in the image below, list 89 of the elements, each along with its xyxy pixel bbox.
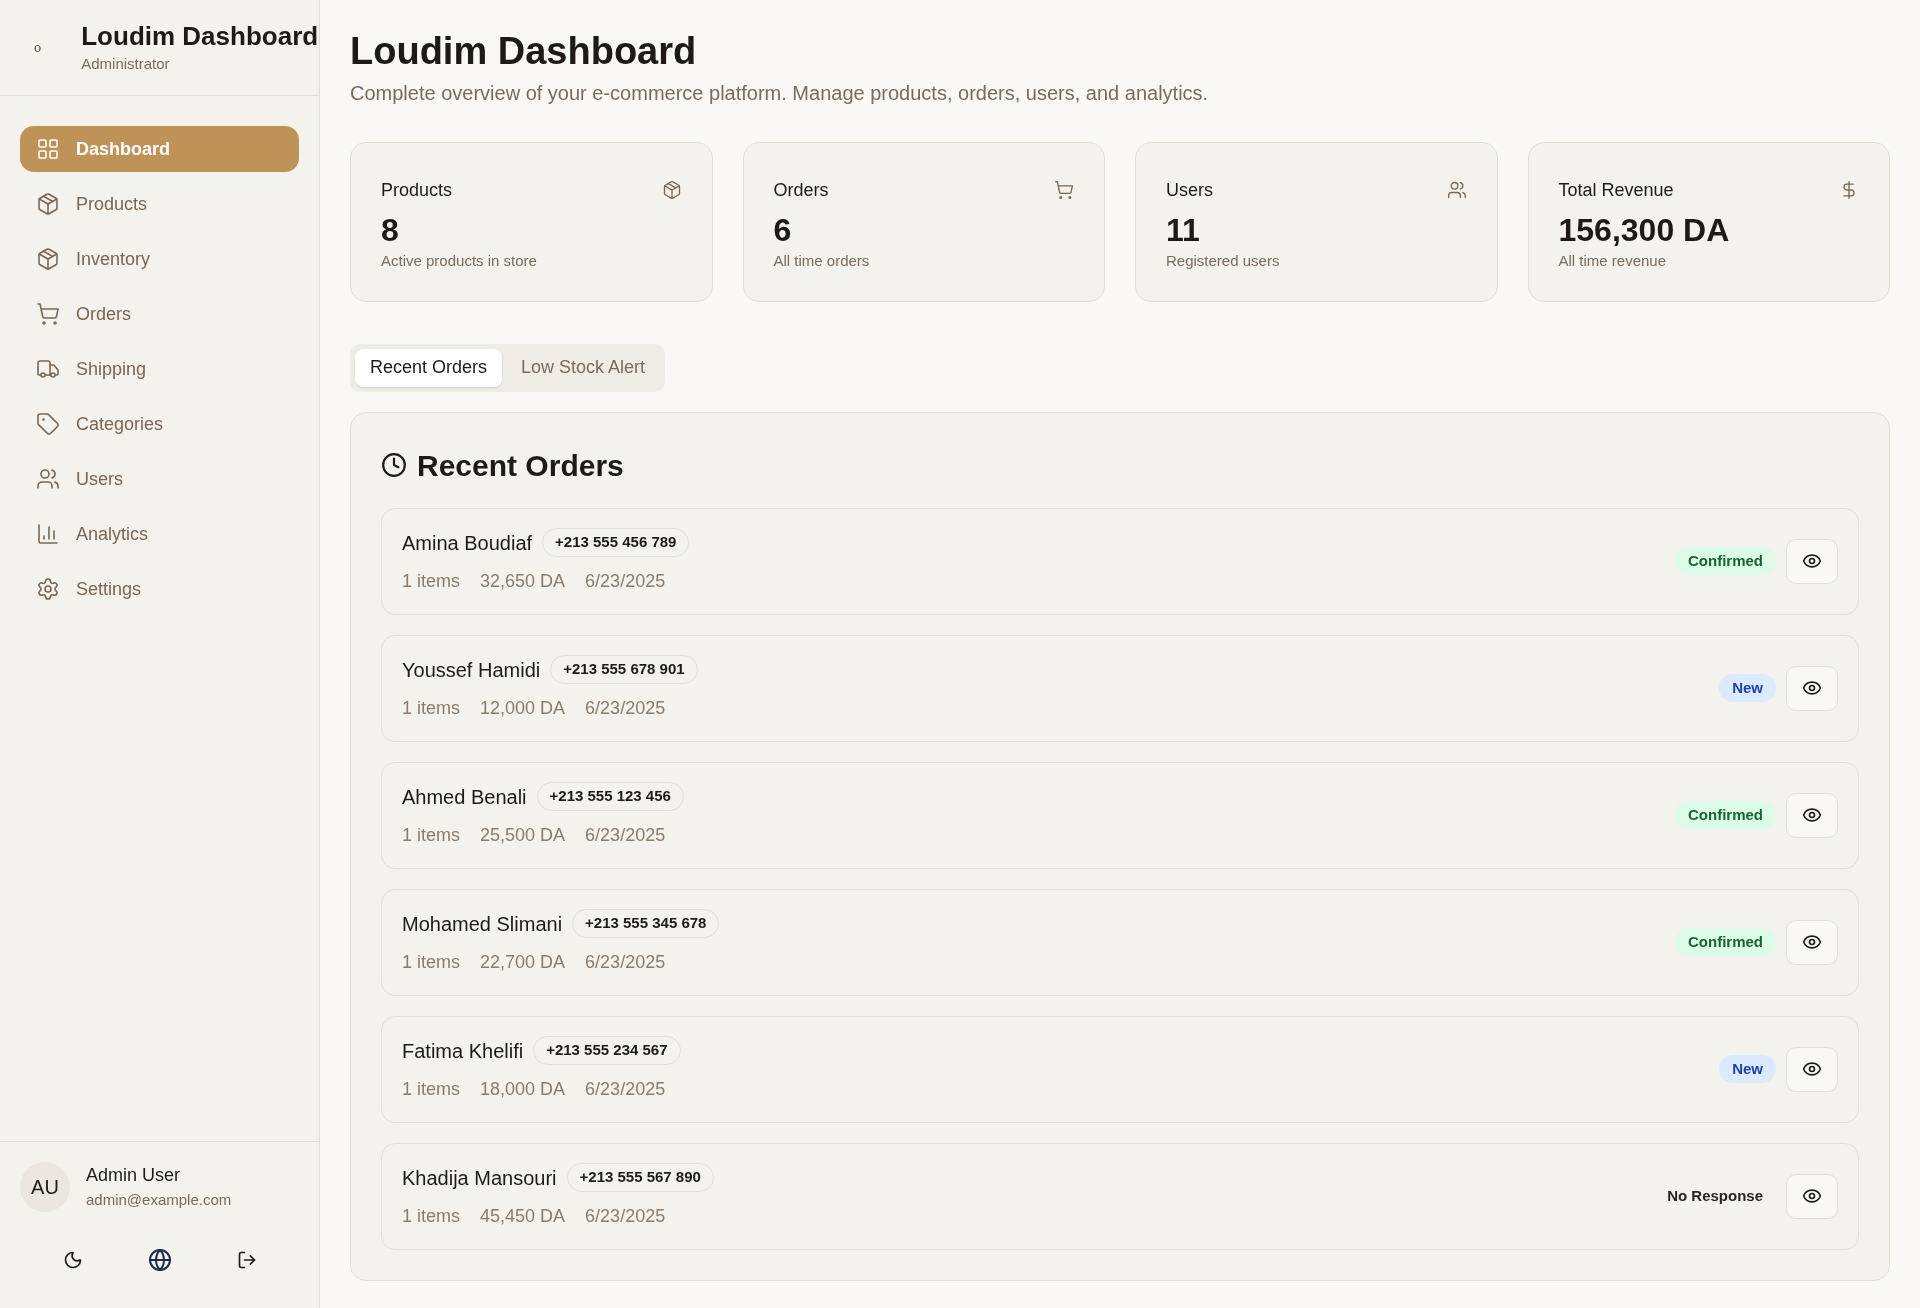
stat-note: All time orders <box>773 250 871 271</box>
stat-value: 11 <box>1166 210 1201 250</box>
order-total: 25,500 DA <box>480 823 566 847</box>
truck-icon <box>36 357 60 381</box>
stat-note: Registered users <box>1166 250 1281 271</box>
stat-note: Active products in store <box>381 250 538 271</box>
stat-value: 156,300 DA <box>1558 210 1731 250</box>
item-count: 1 items <box>402 1204 461 1228</box>
avatar: AU <box>20 1162 70 1212</box>
box-icon <box>661 180 682 200</box>
item-count: 1 items <box>402 823 461 847</box>
order-date: 6/23/2025 <box>585 950 666 974</box>
customer-name: Mohamed Slimani <box>402 911 563 937</box>
customer-name: Ahmed Benali <box>402 784 527 810</box>
eye-icon <box>1802 678 1822 698</box>
sidebar-item[interactable]: Products <box>20 181 299 227</box>
view-button[interactable] <box>1786 1173 1838 1219</box>
customer-name: Amina Boudiaf <box>402 530 533 556</box>
customer-name: Khadija Mansouri <box>402 1165 557 1191</box>
sidebar-item[interactable]: Settings <box>20 566 299 612</box>
stat-label: Total Revenue <box>1558 178 1674 202</box>
status-badge: New <box>1719 673 1776 703</box>
order-total: 22,700 DA <box>480 950 566 974</box>
order-total: 32,650 DA <box>480 569 566 593</box>
users-icon <box>1446 180 1467 200</box>
order-date: 6/23/2025 <box>585 823 666 847</box>
order-total: 18,000 DA <box>480 1077 566 1101</box>
logout-icon <box>236 1250 257 1270</box>
view-button[interactable] <box>1786 792 1838 838</box>
cart-icon <box>1054 180 1074 200</box>
order-date: 6/23/2025 <box>585 1204 666 1228</box>
eye-icon <box>1802 932 1822 952</box>
stat-label: Orders <box>773 178 829 202</box>
order-total: 45,450 DA <box>480 1204 566 1228</box>
customer-name: Fatima Khelifi <box>402 1038 524 1064</box>
tab[interactable]: Low Stock Alert <box>506 348 661 387</box>
user-email: admin@example.com <box>86 1190 232 1211</box>
sidebar-item[interactable]: Categories <box>20 401 299 447</box>
view-button[interactable] <box>1786 538 1838 584</box>
item-count: 1 items <box>402 696 461 720</box>
order-date: 6/23/2025 <box>585 696 666 720</box>
eye-icon <box>1802 1186 1822 1206</box>
sidebar-item[interactable]: Orders <box>20 291 299 337</box>
stat-value: 8 <box>381 210 400 250</box>
item-count: 1 items <box>402 950 461 974</box>
sidebar-item[interactable]: Shipping <box>20 346 299 392</box>
item-count: 1 items <box>402 1077 461 1101</box>
eye-icon <box>1802 1059 1822 1079</box>
view-button[interactable] <box>1786 919 1838 965</box>
status-badge: Confirmed <box>1675 927 1776 957</box>
customer-name: Youssef Hamidi <box>402 657 541 683</box>
order-total: 12,000 DA <box>480 696 566 720</box>
moon-icon <box>62 1250 83 1270</box>
globe-icon <box>147 1248 172 1272</box>
sidebar-item[interactable]: Dashboard <box>20 126 299 172</box>
tab[interactable]: Recent Orders <box>355 348 503 387</box>
stat-note: All time revenue <box>1558 250 1668 271</box>
eye-icon <box>1802 805 1822 825</box>
stat-value: 6 <box>773 210 793 250</box>
page-title: Loudim Dashboard <box>350 29 698 74</box>
sidebar-item[interactable]: Inventory <box>20 236 299 282</box>
box-icon <box>36 247 60 271</box>
order-date: 6/23/2025 <box>585 569 666 593</box>
logo-text: o <box>34 39 42 57</box>
box-icon <box>36 192 60 216</box>
status-badge: New <box>1719 1054 1776 1084</box>
item-count: 1 items <box>402 569 461 593</box>
bar-chart-icon <box>36 522 60 546</box>
settings-icon <box>36 577 60 601</box>
stat-label: Users <box>1166 178 1213 202</box>
stat-label: Products <box>381 178 453 202</box>
view-button[interactable] <box>1786 665 1838 711</box>
sidebar-item[interactable]: Analytics <box>20 511 299 557</box>
status-badge: Confirmed <box>1675 800 1776 830</box>
users-icon <box>36 467 60 491</box>
tag-icon <box>36 412 60 436</box>
dashboard-icon <box>36 137 60 161</box>
clock-icon <box>381 452 407 478</box>
page-subtitle: Complete overview of your e-commerce platform. Manage products, orders, users, and analytics. <box>350 80 1210 106</box>
app-title: Loudim Dashboard <box>81 20 319 53</box>
eye-icon <box>1802 551 1822 571</box>
user-name: Admin User <box>86 1164 182 1188</box>
order-date: 6/23/2025 <box>585 1077 666 1101</box>
cart-icon <box>36 302 60 326</box>
view-button[interactable] <box>1786 1046 1838 1092</box>
role-label: Administrator <box>81 53 171 74</box>
panel-title: Recent Orders <box>417 447 624 484</box>
sidebar-item[interactable]: Users <box>20 456 299 502</box>
status-badge: Confirmed <box>1675 546 1776 576</box>
